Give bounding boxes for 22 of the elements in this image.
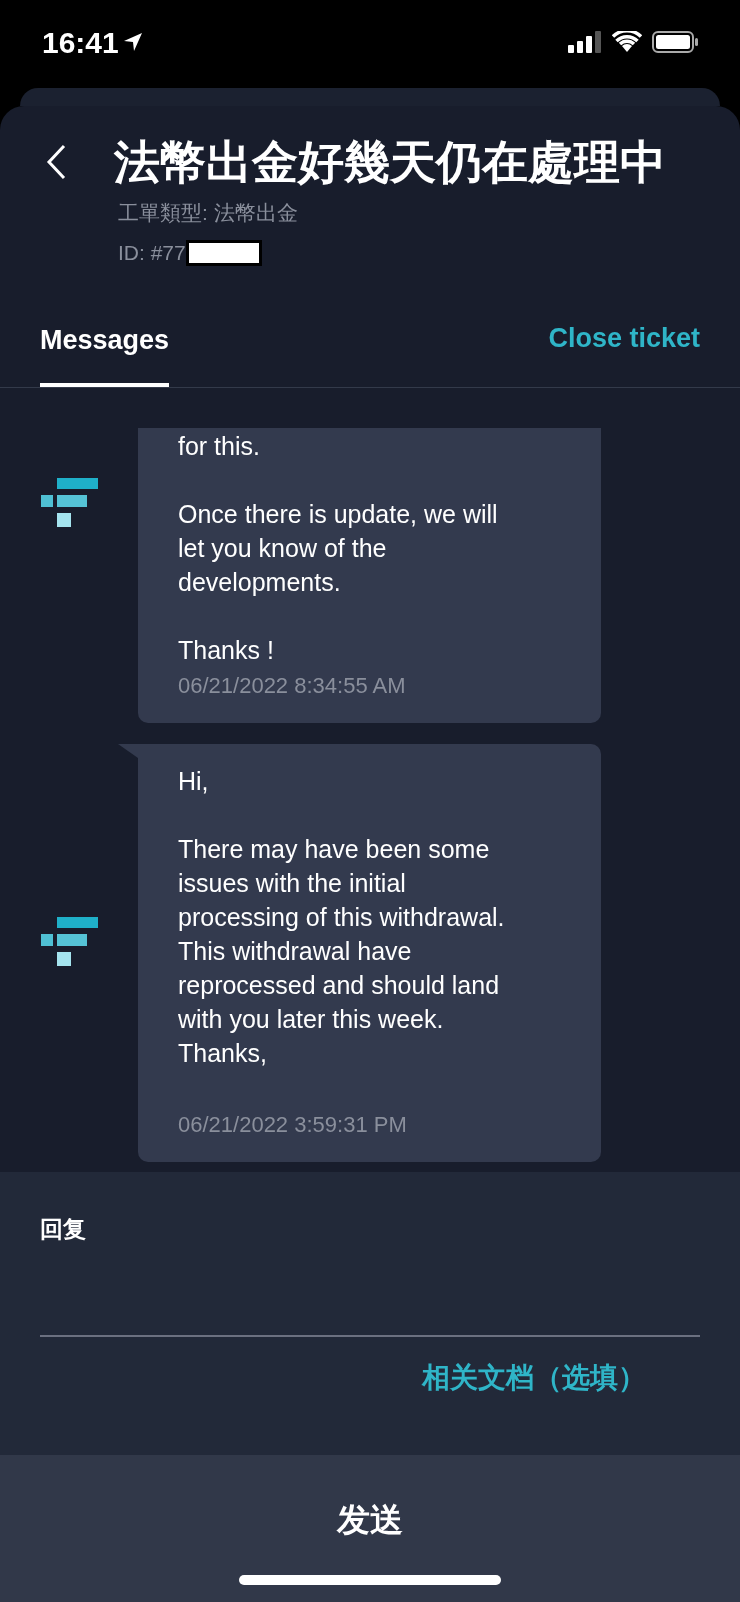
message-timestamp: 06/21/2022 8:34:55 AM <box>178 672 407 700</box>
message-text: Once there is update, we will let you know of the developments. <box>178 499 499 598</box>
battery-icon <box>652 31 698 53</box>
support-avatar-icon <box>41 478 98 528</box>
messages-tab[interactable]: Messages <box>40 320 170 387</box>
close-ticket-link[interactable]: Close ticket <box>548 318 700 387</box>
ticket-id: ID: #77 <box>118 240 186 266</box>
message-text: Hi, <box>178 766 210 797</box>
message-text: Thanks ! <box>178 635 275 666</box>
message-timestamp: 06/21/2022 3:59:31 PM <box>178 1111 408 1139</box>
status-time: 16:41 <box>42 24 119 61</box>
attachment-link[interactable]: 相关文档（选填） <box>422 1356 646 1399</box>
message-text: There may have been some issues with the initial processing of this withdrawal. This withdrawal have reprocessed and should land with you later this week. Thanks, <box>178 834 506 1069</box>
wifi-icon <box>612 31 642 53</box>
reply-label: 回复 <box>40 1215 87 1244</box>
ticket-title: 法幣出金好幾天仍在處理中 <box>114 135 666 190</box>
support-avatar-icon <box>41 917 98 967</box>
back-icon[interactable] <box>46 144 66 180</box>
location-arrow-icon <box>122 32 143 52</box>
ticket-type: 工單類型: 法幣出金 <box>118 200 299 226</box>
message-text: for this. <box>178 431 261 462</box>
signal-icon <box>568 31 602 53</box>
